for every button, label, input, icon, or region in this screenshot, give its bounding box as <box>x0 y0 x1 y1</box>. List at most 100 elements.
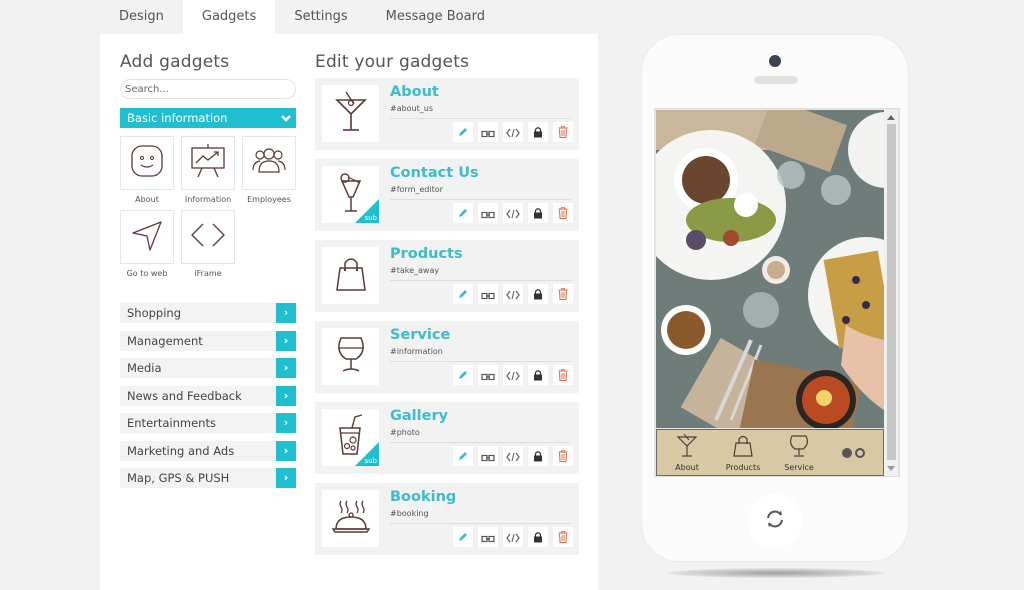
tab-message-board[interactable]: Message Board <box>367 0 504 34</box>
category-basic-information[interactable]: Basic information <box>120 108 296 128</box>
gadget-tile-employees[interactable]: Employees <box>242 136 296 207</box>
gadget-card-booking[interactable]: Booking #booking <box>315 483 579 555</box>
gadget-tile-iframe[interactable]: iFrame <box>181 210 235 281</box>
gadget-label: Go to web <box>126 269 168 278</box>
gadgets-panel: Add gadgets Basic information About Info… <box>100 34 598 590</box>
lock-button[interactable] <box>528 284 548 304</box>
edit-pencil-button[interactable] <box>453 365 473 385</box>
trash-button[interactable] <box>553 122 573 142</box>
trash-button[interactable] <box>553 446 573 466</box>
tab-settings[interactable]: Settings <box>275 0 366 34</box>
people-group-icon <box>250 146 288 180</box>
link-button[interactable] <box>478 122 498 142</box>
code-button[interactable] <box>503 527 523 547</box>
page-dot[interactable] <box>855 448 865 458</box>
category-marketing-and-ads[interactable]: Marketing and Ads › <box>120 440 296 461</box>
phone-screen: About Products Service <box>654 108 900 477</box>
screen-scrollbar[interactable] <box>884 110 898 476</box>
gadget-tile-information[interactable]: Information <box>181 136 235 207</box>
gadget-card-title[interactable]: Products <box>390 246 463 262</box>
tab-bar: Design Gadgets Settings Message Board <box>100 0 504 34</box>
link-icon <box>481 204 495 223</box>
app-nav-about[interactable]: About <box>667 433 707 472</box>
edit-pencil-button[interactable] <box>453 203 473 223</box>
edit-pencil-button[interactable] <box>453 122 473 142</box>
page-indicator <box>842 448 865 458</box>
code-button[interactable] <box>503 284 523 304</box>
category-label: News and Feedback <box>127 388 242 403</box>
gadget-tile-about[interactable]: About <box>120 136 174 207</box>
edit-pencil-button[interactable] <box>453 446 473 466</box>
gadget-card-contact-us[interactable]: sub Contact Us #form_editor <box>315 159 579 231</box>
gadget-card-title[interactable]: Booking <box>390 489 456 505</box>
food-table-photo <box>655 109 899 451</box>
link-button[interactable] <box>478 446 498 466</box>
trash-button[interactable] <box>553 365 573 385</box>
app-nav-label: Service <box>784 463 814 472</box>
link-button[interactable] <box>478 284 498 304</box>
link-button[interactable] <box>478 203 498 223</box>
code-button[interactable] <box>503 122 523 142</box>
gadget-card-title[interactable]: Gallery <box>390 408 448 424</box>
app-nav-products[interactable]: Products <box>723 434 763 472</box>
lock-icon <box>533 123 543 142</box>
gadget-card-service[interactable]: Service #information <box>315 321 579 393</box>
chevron-right-icon[interactable]: › <box>276 413 296 433</box>
lock-button[interactable] <box>528 203 548 223</box>
edit-pencil-button[interactable] <box>453 284 473 304</box>
gadget-card-gallery[interactable]: sub Gallery #photo <box>315 402 579 474</box>
chevron-right-icon[interactable]: › <box>276 440 296 461</box>
page-dot-active[interactable] <box>842 448 852 458</box>
trash-button[interactable] <box>553 284 573 304</box>
link-button[interactable] <box>478 527 498 547</box>
gadget-card-products[interactable]: Products #take_away <box>315 240 579 312</box>
gadget-card-title[interactable]: Contact Us <box>390 165 479 181</box>
category-news-and-feedback[interactable]: News and Feedback › <box>120 385 296 406</box>
category-entertainments[interactable]: Entertainments › <box>120 413 296 433</box>
code-button[interactable] <box>503 203 523 223</box>
code-button[interactable] <box>503 446 523 466</box>
gadget-card-tag: #form_editor <box>390 185 443 194</box>
chevron-right-icon[interactable]: › <box>276 468 296 488</box>
lock-button[interactable] <box>528 446 548 466</box>
lock-button[interactable] <box>528 365 548 385</box>
lock-button[interactable] <box>528 527 548 547</box>
gadget-tile-go-to-web[interactable]: Go to web <box>120 210 174 281</box>
trash-button[interactable] <box>553 203 573 223</box>
tab-gadgets[interactable]: Gadgets <box>182 0 276 34</box>
link-button[interactable] <box>478 365 498 385</box>
lock-button[interactable] <box>528 122 548 142</box>
trash-button[interactable] <box>553 527 573 547</box>
refresh-preview-button[interactable] <box>748 494 802 548</box>
smiley-face-icon <box>130 144 164 182</box>
scroll-down-arrow-icon[interactable] <box>887 466 895 471</box>
chevron-right-icon[interactable]: › <box>276 358 296 378</box>
chevron-right-icon[interactable]: › <box>276 385 296 406</box>
category-map-gps-push[interactable]: Map, GPS & PUSH › <box>120 468 296 488</box>
tab-design[interactable]: Design <box>100 0 183 34</box>
category-management[interactable]: Management › <box>120 330 296 351</box>
chevron-right-icon[interactable]: › <box>276 330 296 351</box>
gadget-card-icon-box <box>322 85 379 142</box>
lock-icon <box>533 528 543 547</box>
gadget-card-tag: #booking <box>390 509 429 518</box>
gadget-card-about[interactable]: About #about_us <box>315 78 579 150</box>
sub-badge-label: sub <box>364 457 377 465</box>
lock-icon <box>533 285 543 304</box>
scroll-up-arrow-icon[interactable] <box>887 115 895 120</box>
app-nav-service[interactable]: Service <box>779 434 819 472</box>
edit-pencil-button[interactable] <box>453 527 473 547</box>
category-label: Entertainments <box>127 416 216 430</box>
scroll-thumb[interactable] <box>887 124 896 460</box>
gadget-card-icon-box <box>322 328 379 385</box>
brandy-glass-icon <box>788 435 810 462</box>
gadget-search-input[interactable] <box>120 79 296 99</box>
gadget-card-title[interactable]: Service <box>390 327 450 343</box>
trash-icon <box>558 528 568 547</box>
app-bottom-nav: About Products Service <box>656 429 884 476</box>
gadget-card-title[interactable]: About <box>390 84 439 100</box>
code-button[interactable] <box>503 365 523 385</box>
chevron-right-icon[interactable]: › <box>276 303 296 323</box>
category-media[interactable]: Media › <box>120 358 296 378</box>
category-shopping[interactable]: Shopping › <box>120 303 296 323</box>
